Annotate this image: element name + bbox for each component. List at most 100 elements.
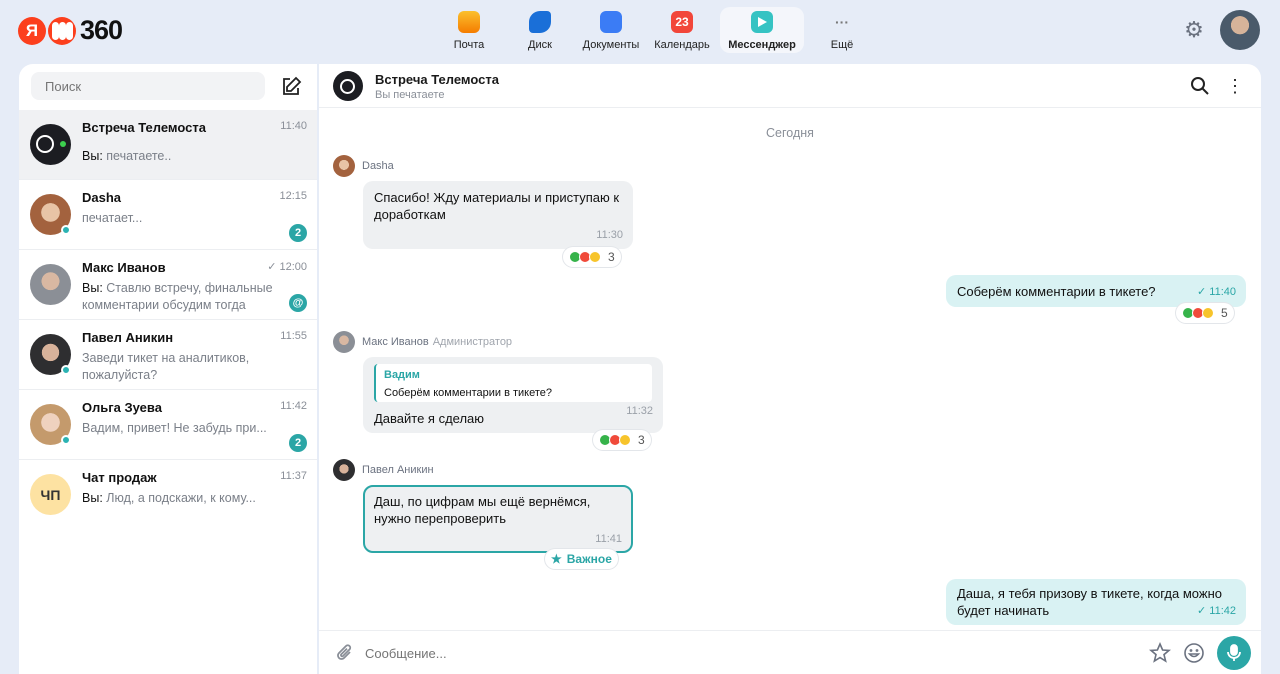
chat-time: 12:15 — [279, 190, 307, 202]
dasha-avatar[interactable] — [333, 155, 355, 177]
message-time: 11:32 — [626, 405, 653, 417]
chat-header: Встреча Телемоста Вы печатаете ⋮ — [319, 64, 1261, 108]
time-text: 11:40 — [1209, 286, 1236, 298]
app-disk[interactable]: Диск — [507, 7, 573, 53]
chat-item-telemost[interactable]: Встреча Телемоста 11:40 Вы: печатаете.. — [19, 110, 317, 180]
star-icon[interactable] — [1148, 641, 1172, 664]
message-text: Давайте я сделаю — [374, 411, 485, 426]
app-messenger[interactable]: Мессенджер — [720, 7, 804, 53]
you-prefix: Вы: — [82, 491, 103, 505]
app-calendar[interactable]: 23 Календарь — [649, 7, 715, 53]
documents-icon — [600, 11, 622, 33]
chat-time: 11:42 — [280, 400, 307, 412]
message-time: ✓ 11:40 — [1197, 284, 1236, 301]
message-bubble[interactable]: Вадим Соберём комментарии в тикете? Дава… — [363, 357, 663, 433]
unread-badge: 2 — [289, 224, 307, 242]
message-bubble-own[interactable]: Даша, я тебя призову в тикете, когда мож… — [946, 579, 1246, 625]
app-label: Календарь — [654, 39, 710, 51]
app-label: Почта — [453, 39, 485, 51]
chat-time: ✓ 12:00 — [267, 260, 307, 273]
chat-item-sales[interactable]: ЧП Чат продаж 11:37 Вы: Люд, а подскажи,… — [19, 460, 317, 530]
day-separator: Сегодня — [766, 126, 814, 140]
quoted-message[interactable]: Вадим Соберём комментарии в тикете? — [374, 364, 652, 402]
message-text: Даша, я тебя призову в тикете, когда мож… — [957, 586, 1222, 618]
more-apps-icon: ··· — [835, 14, 849, 30]
logo-text: 360 — [80, 15, 123, 45]
sender-name: Павел Аникин — [362, 464, 434, 476]
unread-badge: 2 — [289, 434, 307, 452]
reactions-bar[interactable]: 3 — [593, 430, 651, 450]
microphone-button[interactable] — [1217, 636, 1251, 670]
app-more[interactable]: ··· Ещё — [809, 7, 875, 53]
mail-icon — [458, 11, 480, 33]
chat-item-olga[interactable]: Ольга Зуева 11:42 Вадим, привет! Не забу… — [19, 390, 317, 460]
app-label: Ещё — [830, 39, 854, 51]
chat-name: Ольга Зуева — [82, 400, 162, 415]
you-prefix: Вы: — [82, 281, 103, 295]
message-bubble-important[interactable]: Даш, по цифрам мы ещё вернёмся, нужно пе… — [363, 485, 633, 553]
time-text: 12:00 — [279, 261, 307, 273]
chat-item-maks[interactable]: Макс Иванов ✓ 12:00 Вы: Ставлю встречу, … — [19, 250, 317, 320]
message-bubble[interactable]: Спасибо! Жду материалы и приступаю к дор… — [363, 181, 633, 249]
online-indicator — [61, 435, 71, 445]
message-input[interactable] — [365, 639, 1125, 667]
app-label: Мессенджер — [728, 39, 796, 51]
chat-title[interactable]: Встреча Телемоста — [375, 72, 499, 87]
maks-avatar[interactable] — [333, 331, 355, 353]
chat-name: Павел Аникин — [82, 330, 174, 345]
chat-preview: Вадим, привет! Не забудь при... — [82, 421, 267, 435]
message-sender: Макс Иванов Администратор — [333, 331, 512, 353]
maks-avatar — [30, 264, 71, 305]
sales-chat-avatar: ЧП — [30, 474, 71, 515]
app-label: Документы — [582, 39, 640, 51]
read-check-icon: ✓ — [1197, 605, 1207, 617]
top-bar: Я 360 Почта Диск Документы 23 Календарь — [0, 0, 1280, 62]
reactions-bar[interactable]: 5 — [1176, 303, 1234, 323]
microphone-icon — [1227, 644, 1241, 661]
chat-name: Макс Иванов — [82, 260, 166, 275]
attach-icon[interactable] — [335, 643, 355, 663]
chat-time: 11:55 — [280, 330, 307, 342]
search-input[interactable] — [31, 72, 265, 100]
app-label: Диск — [528, 39, 552, 51]
preview-text: Люд, а подскажи, к кому... — [106, 491, 256, 505]
telemost-avatar — [30, 124, 71, 165]
message-text: Даш, по цифрам мы ещё вернёмся, нужно пе… — [374, 494, 591, 526]
laugh-emoji-icon — [589, 251, 601, 263]
search-icon[interactable] — [1190, 76, 1210, 96]
app-mail[interactable]: Почта — [436, 7, 502, 53]
logo-ya: Я — [18, 16, 46, 45]
important-tag[interactable]: ★ Важное — [545, 549, 618, 569]
chat-time: 11:37 — [280, 470, 307, 482]
preview-text: печатаете.. — [106, 149, 172, 163]
yandex-360-logo[interactable]: Я 360 — [18, 15, 123, 46]
chat-header-avatar[interactable] — [333, 71, 363, 101]
user-avatar[interactable] — [1220, 10, 1260, 50]
message-text: Соберём комментарии в тикете? — [957, 284, 1156, 299]
emoji-icon[interactable] — [1183, 642, 1205, 664]
chat-panel: Встреча Телемоста Вы печатаете ⋮ Сегодня… — [319, 64, 1261, 674]
chat-preview: печатает... — [82, 211, 143, 225]
more-vertical-icon[interactable]: ⋮ — [1225, 76, 1245, 96]
calendar-icon: 23 — [671, 11, 693, 33]
read-check-icon: ✓ — [267, 261, 277, 273]
message-time: ✓ 11:42 — [1197, 603, 1236, 620]
settings-gear-icon[interactable]: ⚙ — [1183, 19, 1205, 41]
app-documents[interactable]: Документы — [578, 7, 644, 53]
chat-item-dasha[interactable]: Dasha 12:15 печатает... 2 — [19, 180, 317, 250]
message-text: Спасибо! Жду материалы и приступаю к дор… — [374, 190, 620, 222]
star-icon: ★ — [551, 552, 562, 566]
chat-time: 11:40 — [280, 120, 307, 132]
sender-role: Администратор — [432, 336, 513, 348]
read-check-icon: ✓ — [1197, 286, 1207, 298]
reactions-bar[interactable]: 3 — [563, 247, 621, 267]
chat-name: Dasha — [82, 190, 122, 205]
chat-preview: Заведи тикет на аналитиков, пожалуйста? — [82, 351, 250, 382]
important-label: Важное — [566, 552, 612, 566]
chat-name: Чат продаж — [82, 470, 157, 485]
chat-item-pavel[interactable]: Павел Аникин 11:55 Заведи тикет на анали… — [19, 320, 317, 390]
compose-icon[interactable] — [280, 76, 302, 98]
message-sender: Павел Аникин — [333, 459, 434, 481]
sender-name: Макс Иванов — [362, 336, 429, 348]
pavel-avatar[interactable] — [333, 459, 355, 481]
